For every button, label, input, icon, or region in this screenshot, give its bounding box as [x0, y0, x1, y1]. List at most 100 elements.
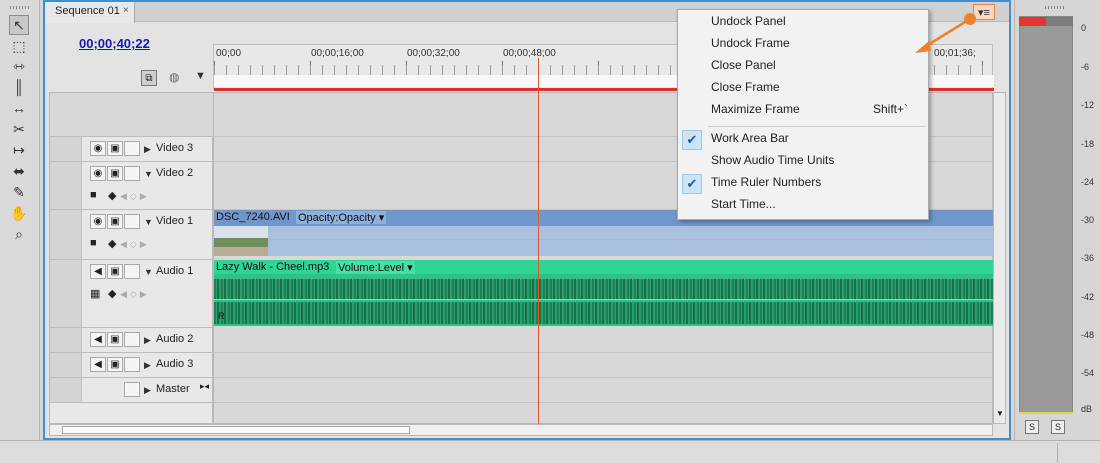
- scroll-thumb[interactable]: [62, 426, 410, 434]
- volume-rubberband[interactable]: [214, 299, 994, 300]
- expand-track-icon[interactable]: ▶: [144, 335, 151, 346]
- track-target[interactable]: [50, 328, 82, 352]
- eye-icon[interactable]: ◉: [90, 141, 106, 156]
- peak-indicator-left[interactable]: [1019, 17, 1046, 26]
- lock-icon[interactable]: ▣: [107, 264, 123, 279]
- sync-lock-icon[interactable]: [124, 332, 140, 347]
- track-select-tool-icon[interactable]: ⬚: [9, 36, 29, 56]
- keyframe-icon[interactable]: ◆: [108, 237, 116, 250]
- audio-clip[interactable]: Lazy Walk - Cheel.mp3 Volume:Level ▾ L R: [214, 260, 994, 326]
- db-scale-label: -12: [1081, 100, 1095, 110]
- panel-grip[interactable]: [1045, 6, 1065, 9]
- ripple-edit-tool-icon[interactable]: ⇿: [9, 56, 29, 76]
- menu-separator: [708, 126, 926, 127]
- track-target[interactable]: [50, 353, 82, 377]
- display-style-icon[interactable]: ■: [90, 189, 97, 201]
- slip-tool-icon[interactable]: ↦: [9, 140, 29, 160]
- lock-icon[interactable]: ▣: [107, 141, 123, 156]
- clip-effect-dropdown[interactable]: Opacity:Opacity ▾: [296, 211, 387, 224]
- selection-tool-icon[interactable]: ↖: [9, 15, 29, 35]
- horizontal-scrollbar[interactable]: [49, 424, 993, 436]
- keyframe-navigator[interactable]: ◀◇▶: [120, 239, 150, 250]
- pen-tool-icon[interactable]: ✎: [9, 182, 29, 202]
- hand-tool-icon[interactable]: ✋: [9, 203, 29, 223]
- sync-lock-icon[interactable]: [124, 214, 140, 229]
- scroll-down-icon[interactable]: ▼: [996, 409, 1004, 418]
- menu-item-work-area-bar[interactable]: ✔ Work Area Bar: [678, 129, 928, 151]
- menu-item-time-ruler-numbers[interactable]: ✔ Time Ruler Numbers: [678, 173, 928, 195]
- track-row-master[interactable]: [214, 378, 994, 403]
- rate-stretch-tool-icon[interactable]: ↔: [9, 98, 29, 118]
- sync-lock-icon[interactable]: [124, 141, 140, 156]
- expand-track-icon[interactable]: ▶: [144, 144, 151, 155]
- speaker-icon[interactable]: ◀: [90, 332, 106, 347]
- keyframe-navigator[interactable]: ◀◇▶: [120, 289, 150, 300]
- track-target[interactable]: [50, 260, 82, 327]
- solo-right-button[interactable]: S: [1051, 420, 1065, 434]
- speaker-icon[interactable]: ◀: [90, 357, 106, 372]
- lock-icon[interactable]: ▣: [107, 214, 123, 229]
- collapse-track-icon[interactable]: ▼: [144, 169, 153, 179]
- display-style-icon[interactable]: ▦: [90, 287, 100, 300]
- menu-item-start-time[interactable]: Start Time...: [678, 195, 928, 217]
- sync-lock-icon[interactable]: [124, 382, 140, 397]
- tab-title: Sequence 01: [55, 5, 120, 17]
- menu-item-label: Close Panel: [711, 58, 776, 72]
- eye-icon[interactable]: ◉: [90, 166, 106, 181]
- peak-indicator-right[interactable]: [1046, 17, 1073, 26]
- menu-item-undock-panel[interactable]: Undock Panel: [678, 12, 928, 34]
- rolling-edit-tool-icon[interactable]: ║: [9, 77, 29, 97]
- set-encore-marker-icon[interactable]: ◍: [169, 70, 179, 84]
- slide-tool-icon[interactable]: ⬌: [9, 161, 29, 181]
- opacity-rubberband[interactable]: [268, 239, 994, 240]
- sync-lock-icon[interactable]: [124, 166, 140, 181]
- keyframe-icon[interactable]: ◆: [108, 189, 116, 202]
- keyframe-icon[interactable]: ◆: [108, 287, 116, 300]
- current-timecode[interactable]: 00;00;40;22: [79, 36, 150, 51]
- track-target[interactable]: [50, 210, 82, 259]
- menu-item-maximize-frame[interactable]: Maximize Frame Shift+`: [678, 100, 928, 122]
- clip-effect-dropdown[interactable]: Volume:Level ▾: [336, 261, 415, 274]
- keyframe-navigator[interactable]: ◀◇▶: [120, 191, 150, 202]
- panel-grip[interactable]: [10, 6, 30, 9]
- menu-item-undock-frame[interactable]: Undock Frame: [678, 34, 928, 56]
- zoom-tool-icon[interactable]: ⌕: [9, 224, 29, 244]
- sync-lock-icon[interactable]: [124, 264, 140, 279]
- collapse-track-icon[interactable]: ▼: [144, 267, 153, 277]
- header-spacer: [50, 93, 214, 137]
- tab-sequence-01[interactable]: Sequence 01 ×: [45, 2, 135, 23]
- menu-item-label: Undock Panel: [711, 14, 786, 28]
- expand-track-icon[interactable]: ▶: [144, 360, 151, 371]
- lock-icon[interactable]: ▣: [107, 166, 123, 181]
- track-name: Audio 3: [156, 358, 194, 370]
- solo-left-button[interactable]: S: [1025, 420, 1039, 434]
- meter-bars: [1019, 16, 1073, 414]
- menu-item-close-panel[interactable]: Close Panel: [678, 56, 928, 78]
- close-tab-icon[interactable]: ×: [123, 5, 129, 16]
- eye-icon[interactable]: ◉: [90, 214, 106, 229]
- display-style-icon[interactable]: ■: [90, 237, 97, 249]
- vertical-scrollbar[interactable]: ▼: [993, 92, 1006, 424]
- track-target[interactable]: [50, 162, 82, 209]
- waveform-left: [214, 279, 994, 299]
- clip-name: Lazy Walk - Cheel.mp3: [216, 261, 330, 273]
- snap-icon[interactable]: ⧉: [141, 70, 157, 86]
- track-header-audio1: ◀ ▣ ▼ Audio 1 ▦ ◆ ◀◇▶: [50, 260, 214, 328]
- master-meter-icon[interactable]: ▸◂: [200, 381, 209, 392]
- menu-item-close-frame[interactable]: Close Frame: [678, 78, 928, 100]
- track-header-audio2: ◀ ▣ ▶ Audio 2: [50, 328, 214, 353]
- ruler-label: 00;00;16;00: [311, 48, 364, 59]
- sync-lock-icon[interactable]: [124, 357, 140, 372]
- lock-icon[interactable]: ▣: [107, 332, 123, 347]
- track-row-audio3[interactable]: [214, 353, 994, 378]
- expand-track-icon[interactable]: ▶: [144, 385, 151, 396]
- menu-item-label: Undock Frame: [711, 36, 790, 50]
- set-marker-icon[interactable]: ▼: [195, 70, 206, 82]
- collapse-track-icon[interactable]: ▼: [144, 217, 153, 227]
- lock-icon[interactable]: ▣: [107, 357, 123, 372]
- track-row-audio2[interactable]: [214, 328, 994, 353]
- razor-tool-icon[interactable]: ✂: [9, 119, 29, 139]
- track-target[interactable]: [50, 137, 82, 161]
- menu-item-show-audio-time-units[interactable]: Show Audio Time Units: [678, 151, 928, 173]
- speaker-icon[interactable]: ◀: [90, 264, 106, 279]
